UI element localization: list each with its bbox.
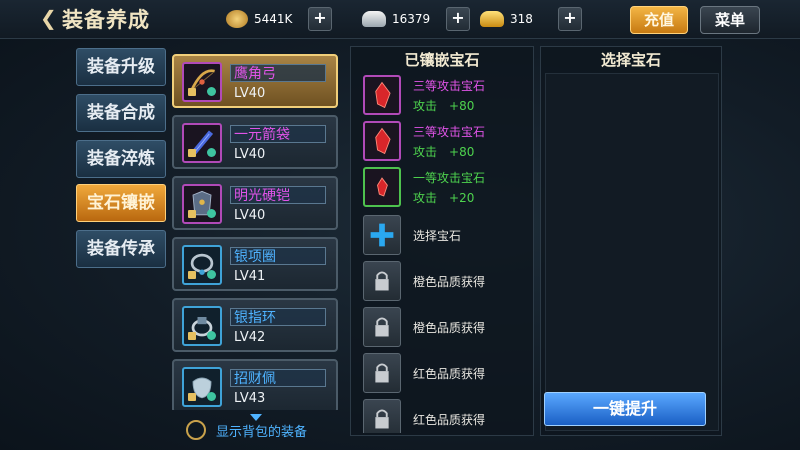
copper-resource: 5441K + xyxy=(226,7,332,31)
gold-ingot-icon xyxy=(480,11,504,27)
gem-slot-1[interactable]: 三等攻击宝石 攻击 +80 xyxy=(359,75,529,119)
equipment-item-quiver[interactable]: 一元箭袋 LV40 xyxy=(172,115,338,169)
silver-resource: 16379 + xyxy=(362,7,470,31)
equipment-name: 鹰角弓 xyxy=(230,64,326,82)
gem-stat: 攻击 +80 xyxy=(413,145,475,159)
equipment-name: 银项圈 xyxy=(230,247,326,265)
check-badge-icon xyxy=(207,270,216,279)
check-badge-icon xyxy=(207,209,216,218)
equipment-item-pendant[interactable]: 招财佩 LV43 xyxy=(172,359,338,410)
necklace-icon xyxy=(182,245,222,285)
lock-badge-icon xyxy=(188,88,196,96)
lock-icon xyxy=(363,307,401,347)
equipment-name: 招财佩 xyxy=(230,369,326,387)
equipment-name: 银指环 xyxy=(230,308,326,326)
gem-slot-locked-2: 橙色品质获得 xyxy=(359,307,529,351)
red-gem-icon xyxy=(363,167,401,207)
gem-slot-locked-3: 红色品质获得 xyxy=(359,353,529,397)
inlaid-gems-panel: 已镶嵌宝石 三等攻击宝石 攻击 +80 三等攻击宝石 攻击 +80 一等攻击宝石 攻… xyxy=(350,46,534,436)
pendant-icon xyxy=(182,367,222,407)
locked-slot-label: 红色品质获得 xyxy=(413,367,486,381)
equipment-level: LV42 xyxy=(234,330,266,345)
locked-slot-label: 红色品质获得 xyxy=(413,413,486,427)
gem-slot-locked-4: 红色品质获得 xyxy=(359,399,529,433)
check-badge-icon xyxy=(207,148,216,157)
plus-icon[interactable] xyxy=(363,215,401,255)
equipment-list[interactable]: 鹰角弓 LV40 一元箭袋 LV40 明光硬铠 LV40 银项圈 LV41 银指… xyxy=(170,52,342,410)
equipment-level: LV40 xyxy=(234,208,266,223)
select-gem-title: 选择宝石 xyxy=(600,51,661,69)
back-arrow-icon[interactable]: ❮ xyxy=(40,6,57,30)
select-gem-label: 选择宝石 xyxy=(413,229,462,243)
gold-resource: 318 + xyxy=(480,7,582,31)
red-gem-icon xyxy=(363,75,401,115)
gem-stat: 攻击 +80 xyxy=(413,99,475,113)
gem-selection-list[interactable] xyxy=(545,73,719,431)
lock-badge-icon xyxy=(188,393,196,401)
recharge-button[interactable]: 充值 xyxy=(630,6,688,34)
lock-icon xyxy=(363,399,401,433)
add-copper-button[interactable]: + xyxy=(308,7,332,31)
armor-icon xyxy=(182,184,222,224)
gem-slot-add[interactable]: 选择宝石 xyxy=(359,215,529,259)
nav-equipment-synthesis[interactable]: 装备合成 xyxy=(76,94,166,132)
copper-coin-icon xyxy=(226,10,248,28)
nav-gem-inlay[interactable]: 宝石镶嵌 xyxy=(76,184,166,222)
gem-slot-2[interactable]: 三等攻击宝石 攻击 +80 xyxy=(359,121,529,165)
add-silver-button[interactable]: + xyxy=(446,7,470,31)
lock-badge-icon xyxy=(188,149,196,157)
equipment-name: 一元箭袋 xyxy=(230,125,326,143)
menu-button[interactable]: 菜单 xyxy=(700,6,760,34)
gold-value: 318 xyxy=(510,12,533,26)
equipment-item-armor[interactable]: 明光硬铠 LV40 xyxy=(172,176,338,230)
select-gem-panel: 选择宝石 xyxy=(540,46,722,436)
show-bag-toggle[interactable]: 显示背包的装备 xyxy=(186,420,307,440)
bow-icon xyxy=(182,62,222,102)
silver-ingot-icon xyxy=(362,11,386,27)
nav-equipment-inherit[interactable]: 装备传承 xyxy=(76,230,166,268)
add-gold-button[interactable]: + xyxy=(558,7,582,31)
locked-slot-label: 橙色品质获得 xyxy=(413,321,486,335)
show-bag-label: 显示背包的装备 xyxy=(216,424,308,440)
nav-equipment-temper[interactable]: 装备淬炼 xyxy=(76,140,166,178)
equipment-item-bow[interactable]: 鹰角弓 LV40 xyxy=(172,54,338,108)
quiver-icon xyxy=(182,123,222,163)
copper-value: 5441K xyxy=(254,12,293,26)
gem-slot-3[interactable]: 一等攻击宝石 攻击 +20 xyxy=(359,167,529,211)
gem-slot-locked-1: 橙色品质获得 xyxy=(359,261,529,305)
checkbox-circle[interactable] xyxy=(186,420,206,440)
lock-badge-icon xyxy=(188,210,196,218)
check-badge-icon xyxy=(207,331,216,340)
equipment-level: LV40 xyxy=(234,86,266,101)
lock-badge-icon xyxy=(188,332,196,340)
gem-stat: 攻击 +20 xyxy=(413,191,475,205)
equipment-level: LV41 xyxy=(234,269,266,284)
gem-name: 三等攻击宝石 xyxy=(413,79,486,93)
check-badge-icon xyxy=(207,87,216,96)
lock-badge-icon xyxy=(188,271,196,279)
inlaid-gems-title: 已镶嵌宝石 xyxy=(404,51,480,69)
equipment-item-necklace[interactable]: 银项圈 LV41 xyxy=(172,237,338,291)
top-bar: ❮ 装备养成 5441K + 16379 + 318 + 充值 菜单 xyxy=(0,0,800,39)
silver-value: 16379 xyxy=(392,12,431,26)
lock-icon xyxy=(363,353,401,393)
locked-slot-label: 橙色品质获得 xyxy=(413,275,486,289)
red-gem-icon xyxy=(363,121,401,161)
check-badge-icon xyxy=(207,392,216,401)
gem-name: 三等攻击宝石 xyxy=(413,125,486,139)
equipment-level: LV43 xyxy=(234,391,266,406)
one-key-upgrade-button[interactable]: 一键提升 xyxy=(544,392,706,426)
gem-name: 一等攻击宝石 xyxy=(413,171,486,185)
lock-icon xyxy=(363,261,401,301)
ring-icon xyxy=(182,306,222,346)
page-title: 装备养成 xyxy=(62,7,150,32)
nav-equipment-upgrade[interactable]: 装备升级 xyxy=(76,48,166,86)
equipment-item-ring[interactable]: 银指环 LV42 xyxy=(172,298,338,352)
equipment-level: LV40 xyxy=(234,147,266,162)
equipment-name: 明光硬铠 xyxy=(230,186,326,204)
